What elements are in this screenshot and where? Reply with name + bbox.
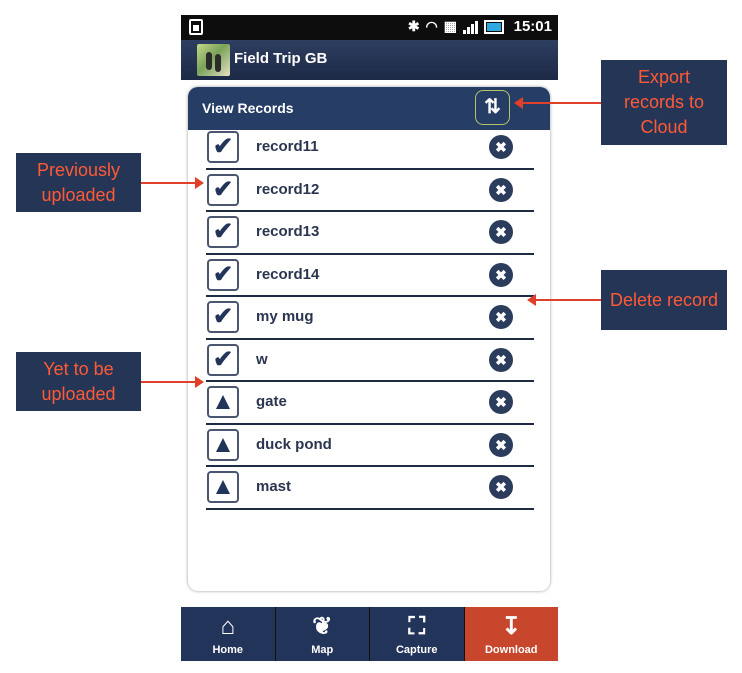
- record-name: record13: [256, 223, 320, 240]
- panel-header: View Records ⇅: [188, 87, 550, 130]
- arrow-previous: [141, 177, 204, 189]
- uploaded-check-icon[interactable]: ✔: [207, 216, 239, 248]
- upload-arrow-icon[interactable]: ▲: [207, 428, 239, 461]
- close-icon: ✖: [495, 351, 507, 368]
- record-name: mast: [256, 478, 292, 495]
- delete-button[interactable]: ✖: [489, 305, 513, 329]
- record-name: record11: [256, 138, 319, 155]
- arrow-delete: [527, 294, 601, 306]
- record-name: duck pond: [256, 435, 332, 453]
- record-row[interactable]: ✔ w ✖: [206, 340, 534, 382]
- delete-button[interactable]: ✖: [489, 262, 513, 287]
- record-name: w: [256, 350, 268, 368]
- callout-delete-text: Delete record: [609, 289, 719, 310]
- bottom-nav: ⌂ Home ❦ Map ⛶ Capture ↧ Download: [181, 607, 558, 661]
- delete-button[interactable]: ✖: [489, 432, 513, 457]
- record-row[interactable]: ▲ mast ✖: [206, 467, 534, 510]
- record-row[interactable]: ✔ record14 ✖: [206, 255, 534, 297]
- tab-label: Download: [484, 644, 538, 656]
- record-name: my mug: [256, 308, 314, 325]
- map-icon: ❦: [312, 613, 333, 640]
- close-icon: ✖: [495, 394, 507, 410]
- tab-capture[interactable]: ⛶ Capture: [369, 607, 464, 661]
- app-title: Field Trip GB: [234, 50, 328, 67]
- close-icon: ✖: [495, 266, 507, 283]
- delete-button[interactable]: ✖: [489, 390, 513, 414]
- tab-map[interactable]: ❦ Map: [274, 607, 370, 661]
- uploaded-check-icon[interactable]: ✔: [207, 258, 239, 291]
- sync-button[interactable]: ⇅: [475, 90, 510, 125]
- signal-icon: [463, 20, 478, 34]
- tab-download[interactable]: ↧ Download: [463, 607, 558, 661]
- phone-screen: ✱ ◠ ▦ 15:01 Field Trip GB View Records ⇅…: [181, 15, 558, 661]
- delete-button[interactable]: ✖: [489, 475, 513, 499]
- uploaded-check-icon[interactable]: ✔: [207, 131, 239, 163]
- record-row[interactable]: ✔ record11 ✖: [206, 127, 534, 170]
- callout-export: Export records to Cloud: [601, 60, 727, 145]
- record-row[interactable]: ✔ my mug ✖: [206, 297, 534, 340]
- record-name: gate: [256, 393, 287, 410]
- callout-pending-text: Yet to be uploaded: [41, 358, 116, 404]
- home-icon: ⌂: [220, 613, 236, 640]
- close-icon: ✖: [495, 181, 507, 198]
- bluetooth-icon: ✱: [407, 18, 420, 34]
- delete-button[interactable]: ✖: [489, 177, 513, 202]
- upload-arrow-icon[interactable]: ▲: [207, 386, 239, 418]
- status-time: 15:01: [513, 18, 552, 35]
- close-icon: ✖: [495, 309, 507, 325]
- arrow-export: [514, 97, 601, 109]
- records-panel: View Records ⇅ ✔ record11 ✖ ✔ record12 ✖ ✔ reco…: [188, 87, 550, 591]
- tab-label: Home: [212, 644, 244, 656]
- notification-icon: [189, 19, 203, 35]
- sync-icon: ⇅: [484, 96, 501, 118]
- callout-previous: Previously uploaded: [16, 153, 141, 212]
- sim-icon: ▦: [443, 18, 457, 34]
- tab-home[interactable]: ⌂ Home: [181, 607, 275, 661]
- status-bar: ✱ ◠ ▦ 15:01: [181, 15, 558, 40]
- delete-button[interactable]: ✖: [489, 220, 513, 244]
- app-header: Field Trip GB: [181, 40, 558, 80]
- download-icon: ↧: [501, 613, 522, 640]
- callout-delete: Delete record: [601, 270, 727, 330]
- callout-pending: Yet to be uploaded: [16, 352, 141, 411]
- delete-button[interactable]: ✖: [489, 135, 513, 159]
- tab-label: Map: [311, 644, 334, 656]
- record-row[interactable]: ▲ gate ✖: [206, 382, 534, 425]
- record-row[interactable]: ✔ record12 ✖: [206, 170, 534, 212]
- uploaded-check-icon[interactable]: ✔: [207, 343, 239, 376]
- battery-icon: [484, 19, 504, 34]
- close-icon: ✖: [495, 436, 507, 453]
- delete-button[interactable]: ✖: [489, 347, 513, 372]
- wifi-icon: ◠: [425, 18, 438, 34]
- close-icon: ✖: [495, 139, 507, 155]
- panel-title: View Records: [202, 100, 294, 116]
- uploaded-check-icon[interactable]: ✔: [207, 301, 239, 333]
- record-row[interactable]: ▲ duck pond ✖: [206, 425, 534, 467]
- records-list: ✔ record11 ✖ ✔ record12 ✖ ✔ record13 ✖ ✔ record14 ✖…: [206, 127, 534, 510]
- callout-export-text: Export records to Cloud: [623, 67, 705, 137]
- tab-label: Capture: [395, 644, 438, 656]
- status-icons: ✱ ◠ ▦: [408, 18, 504, 35]
- record-name: record14: [256, 265, 320, 283]
- upload-arrow-icon[interactable]: ▲: [207, 471, 239, 503]
- uploaded-check-icon[interactable]: ✔: [207, 173, 239, 206]
- record-name: record12: [256, 180, 320, 198]
- callout-previous-text: Previously uploaded: [36, 159, 121, 205]
- app-logo: [197, 44, 230, 76]
- record-row[interactable]: ✔ record13 ✖: [206, 212, 534, 255]
- close-icon: ✖: [495, 224, 507, 240]
- close-icon: ✖: [495, 479, 507, 495]
- capture-icon: ⛶: [408, 613, 426, 640]
- arrow-pending: [141, 376, 204, 388]
